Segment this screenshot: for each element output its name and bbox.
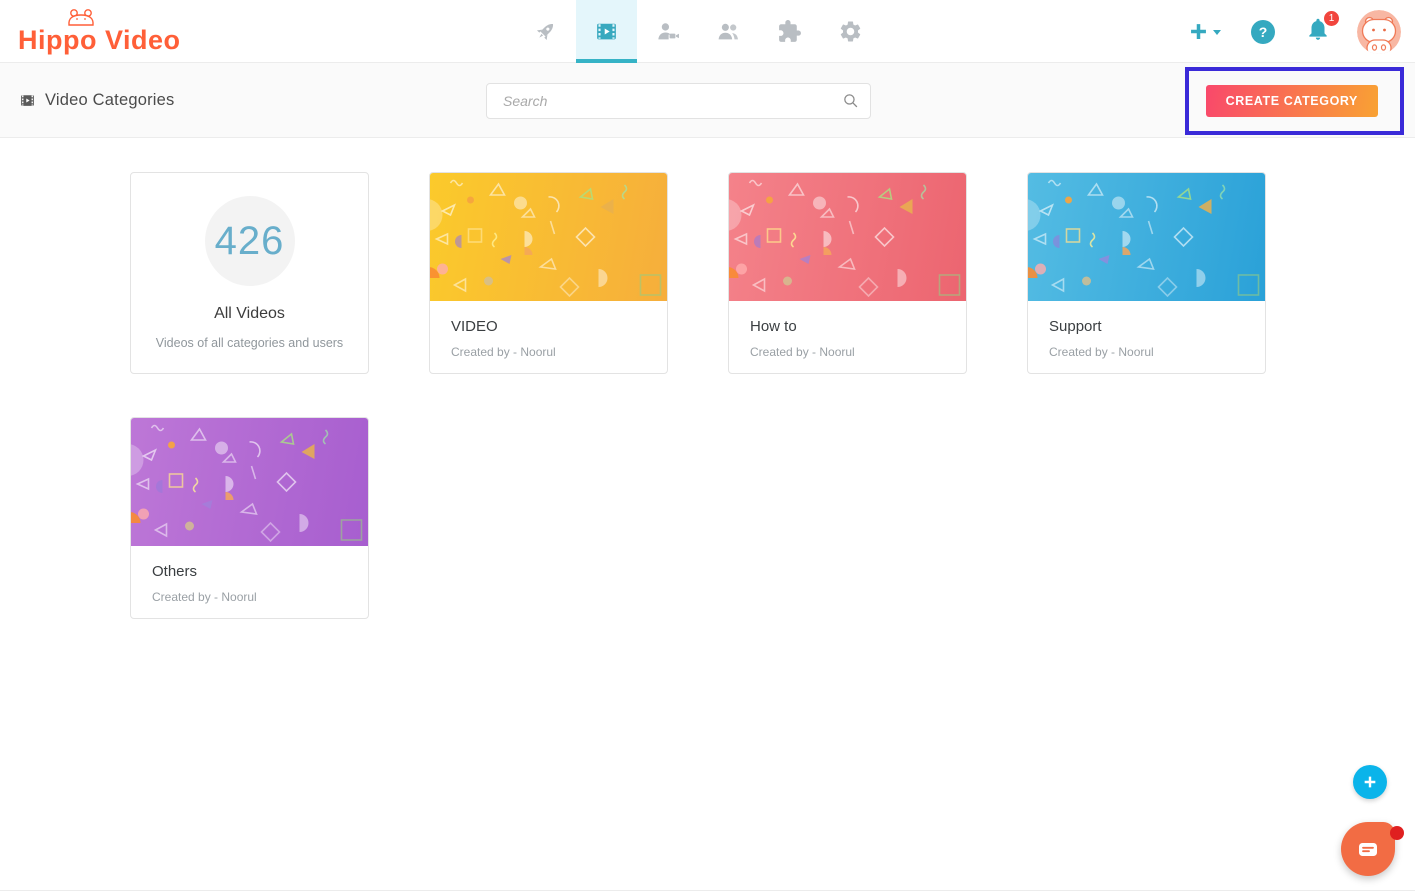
hippo-avatar-icon	[1357, 10, 1401, 54]
category-thumbnail	[729, 173, 966, 301]
chat-unread-dot	[1390, 826, 1404, 840]
card-created-by: Created by - Noorul	[451, 345, 646, 359]
card-category-video[interactable]: VIDEO Created by - Noorul	[429, 172, 668, 374]
tab-video-categories[interactable]	[576, 0, 637, 63]
category-thumbnail	[1028, 173, 1265, 301]
card-category-how-to[interactable]: How to Created by - Noorul	[728, 172, 967, 374]
add-fab-button[interactable]	[1353, 765, 1387, 799]
people-icon	[716, 19, 741, 44]
video-categories-page: Hippo Video	[0, 0, 1415, 894]
tab-settings[interactable]	[820, 0, 881, 63]
search-icon	[842, 92, 859, 109]
window-bottom-edge	[0, 890, 1415, 891]
card-title: All Videos	[214, 305, 285, 323]
create-category-button[interactable]: CREATE CATEGORY	[1206, 85, 1378, 117]
card-title: How to	[750, 318, 945, 335]
card-created-by: Created by - Noorul	[1049, 345, 1244, 359]
gear-icon	[838, 19, 863, 44]
rocket-icon	[533, 19, 558, 44]
card-category-support[interactable]: Support Created by - Noorul	[1027, 172, 1266, 374]
card-title: VIDEO	[451, 318, 646, 335]
search-input[interactable]	[486, 83, 871, 119]
chat-icon	[1356, 837, 1380, 861]
video-count-circle: 426	[205, 196, 295, 286]
card-category-others[interactable]: Others Created by - Noorul	[130, 417, 369, 619]
page-title: Video Categories	[19, 63, 174, 138]
user-avatar[interactable]	[1357, 10, 1401, 54]
card-created-by: Created by - Noorul	[152, 590, 347, 604]
tab-launch[interactable]	[515, 0, 576, 63]
tab-user-videos[interactable]	[637, 0, 698, 63]
create-new-dropdown[interactable]	[1188, 21, 1221, 42]
card-title: Others	[152, 563, 347, 580]
plus-icon	[1362, 774, 1378, 790]
video-library-icon	[594, 19, 619, 44]
page-title-label: Video Categories	[45, 91, 174, 110]
tab-teams[interactable]	[698, 0, 759, 63]
plus-icon	[1188, 21, 1209, 42]
notifications-button[interactable]: 1	[1305, 16, 1331, 47]
brand-name: Hippo Video	[18, 25, 181, 55]
chat-widget-button[interactable]	[1341, 822, 1395, 876]
category-thumbnail	[131, 418, 368, 546]
confetti-pattern	[1028, 173, 1265, 301]
video-library-icon	[19, 92, 36, 109]
confetti-pattern	[729, 173, 966, 301]
card-all-videos[interactable]: 426 All Videos Videos of all categories …	[130, 172, 369, 374]
user-video-icon	[655, 19, 680, 44]
help-label: ?	[1259, 24, 1268, 40]
card-subtitle: Videos of all categories and users	[156, 336, 343, 350]
chevron-down-icon	[1213, 30, 1221, 35]
notification-count-badge: 1	[1323, 10, 1340, 27]
tab-integrations[interactable]	[759, 0, 820, 63]
card-title: Support	[1049, 318, 1244, 335]
main-navigation	[515, 0, 881, 63]
video-count: 426	[215, 219, 285, 264]
top-bar: Hippo Video	[0, 0, 1415, 63]
help-button[interactable]: ?	[1251, 20, 1275, 44]
confetti-pattern	[131, 418, 368, 546]
card-created-by: Created by - Noorul	[750, 345, 945, 359]
hippo-head-icon	[66, 8, 96, 26]
search-box	[486, 83, 871, 119]
page-header-bar: Video Categories CREATE CATEGORY	[0, 63, 1415, 138]
hippo-video-logo[interactable]: Hippo Video	[18, 14, 181, 54]
category-thumbnail	[430, 173, 667, 301]
category-card-grid: 426 All Videos Videos of all categories …	[130, 172, 1270, 619]
topbar-actions: ? 1	[1188, 0, 1415, 63]
confetti-pattern	[430, 173, 667, 301]
puzzle-icon	[777, 19, 802, 44]
